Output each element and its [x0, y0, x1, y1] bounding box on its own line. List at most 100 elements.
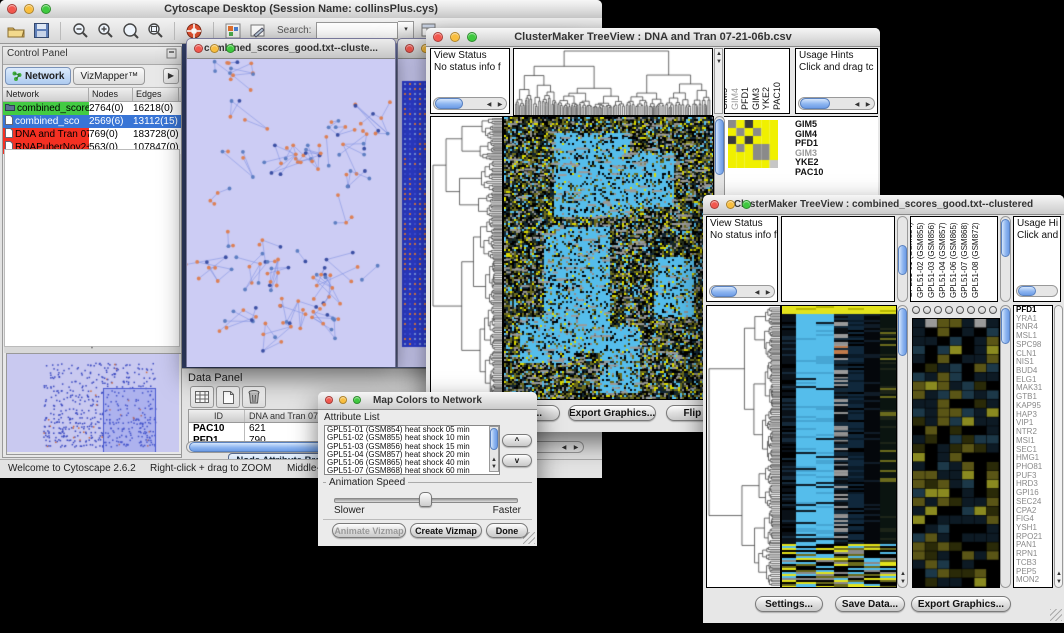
attribute-select-icon[interactable]: [190, 386, 214, 408]
close-button[interactable]: [325, 396, 333, 404]
tab-vizmapper[interactable]: VizMapper™: [73, 67, 145, 85]
zoom-gene-label[interactable]: PAC10: [795, 168, 855, 178]
network-overview-canvas[interactable]: [7, 354, 179, 452]
network-row[interactable]: DNA and Tran 07769(0)183728(0): [3, 128, 181, 141]
row-dendrogram-canvas[interactable]: [706, 305, 781, 588]
view-status-hscrollbar[interactable]: ◀ ▶: [709, 285, 775, 298]
treeview1-titlebar[interactable]: ClusterMaker TreeView : DNA and Tran 07-…: [426, 28, 880, 47]
zoom-heatmap-canvas[interactable]: [912, 318, 1000, 588]
column-label[interactable]: GPL51-06 (GSM865): [948, 222, 959, 298]
dialog-titlebar[interactable]: Map Colors to Network: [318, 392, 537, 410]
done-button[interactable]: Done: [486, 523, 528, 538]
column-label[interactable]: GPL51-03 (GSM856): [926, 222, 937, 298]
scroll-down-icon[interactable]: ▼: [489, 464, 499, 470]
network-table-header-cell[interactable]: Edges: [133, 88, 179, 101]
column-toggle[interactable]: [989, 306, 997, 314]
tab-network[interactable]: Network: [5, 67, 71, 85]
scroll-left-icon[interactable]: ◀: [852, 102, 862, 108]
scroll-down-icon[interactable]: ▼: [1054, 579, 1063, 585]
scroll-up-icon[interactable]: ▲: [489, 457, 499, 463]
close-button[interactable]: [433, 32, 443, 42]
column-label[interactable]: GPL51-08 (GSM872): [970, 222, 981, 298]
create-vizmap-button[interactable]: Create Vizmap: [410, 523, 482, 538]
column-label[interactable]: GIM4: [730, 88, 741, 110]
scroll-left-icon[interactable]: ◀: [559, 445, 569, 451]
treeview2-titlebar[interactable]: ClusterMaker TreeView : combined_scores_…: [703, 195, 1064, 215]
scroll-right-icon[interactable]: ▶: [763, 290, 773, 296]
usage-hints-hscrollbar[interactable]: ◀ ▶: [798, 97, 875, 110]
dendrogram-scroll-strip[interactable]: ▲ ▼: [714, 48, 723, 114]
zoom-in-icon[interactable]: [95, 21, 115, 41]
column-toggle[interactable]: [967, 306, 975, 314]
zoom-selected-icon[interactable]: [145, 21, 165, 41]
resize-grip[interactable]: [1050, 609, 1062, 621]
column-vscrollbar[interactable]: [897, 216, 908, 302]
minimize-button[interactable]: [24, 4, 34, 14]
delete-attribute-icon[interactable]: [242, 386, 266, 408]
minimize-button[interactable]: [339, 396, 347, 404]
heatmap-vscrollbar[interactable]: ▲ ▼: [897, 305, 908, 588]
scroll-up-icon[interactable]: ▲: [1054, 571, 1063, 577]
treeview2-button-2[interactable]: Save Data...: [835, 596, 905, 612]
scroll-right-icon[interactable]: ▶: [571, 445, 581, 451]
row-dendrogram-canvas[interactable]: [430, 116, 503, 400]
search-input[interactable]: [316, 22, 398, 39]
column-dendrogram-panel[interactable]: [781, 216, 895, 302]
move-down-button[interactable]: v: [502, 454, 532, 467]
minimize-button[interactable]: [726, 200, 735, 209]
close-button[interactable]: [7, 4, 17, 14]
scroll-up-icon[interactable]: ▲: [898, 571, 908, 577]
close-button[interactable]: [710, 200, 719, 209]
tabs-overflow-icon[interactable]: ▶: [163, 68, 179, 84]
cytoscape-titlebar[interactable]: Cytoscape Desktop (Session Name: collins…: [0, 0, 602, 19]
zoom-button[interactable]: [353, 396, 361, 404]
scroll-left-icon[interactable]: ◀: [752, 290, 762, 296]
scroll-right-icon[interactable]: ▶: [863, 102, 873, 108]
new-attribute-icon[interactable]: [216, 386, 240, 408]
column-dendrogram-canvas[interactable]: [513, 48, 713, 116]
heatmap-canvas[interactable]: [503, 116, 714, 400]
treeview1-button-2[interactable]: Export Graphics...: [568, 405, 656, 421]
usage-hints-hscrollbar[interactable]: [1016, 285, 1058, 297]
network-view-titlebar[interactable]: combined_scores_good.txt--cluste...: [187, 39, 395, 59]
column-label[interactable]: GPL51-02 (GSM855): [915, 222, 926, 298]
column-label[interactable]: PFD1: [740, 87, 751, 110]
network-row[interactable]: combined_sco2569(6)13112(15): [3, 115, 181, 128]
scroll-right-icon[interactable]: ▶: [495, 102, 505, 108]
view-status-hscrollbar[interactable]: ◀ ▶: [433, 97, 507, 110]
zoom-out-icon[interactable]: [70, 21, 90, 41]
zoom-button[interactable]: [467, 32, 477, 42]
column-label[interactable]: YKE2: [761, 87, 772, 110]
animation-speed-slider-thumb[interactable]: [419, 492, 432, 507]
close-button[interactable]: [194, 44, 203, 53]
open-session-icon[interactable]: [6, 21, 26, 41]
column-toggle[interactable]: [912, 306, 920, 314]
scroll-down-icon[interactable]: ▼: [898, 579, 908, 585]
network-view-canvas[interactable]: [187, 59, 395, 367]
column-toggle[interactable]: [956, 306, 964, 314]
column-toggle[interactable]: [923, 306, 931, 314]
column-toggle[interactable]: [945, 306, 953, 314]
column-toggle[interactable]: [978, 306, 986, 314]
network-row[interactable]: combined_scores2764(0)16218(0): [3, 102, 181, 115]
save-session-icon[interactable]: [31, 21, 51, 41]
column-labels-vscrollbar[interactable]: [1000, 216, 1011, 302]
zoom-button[interactable]: [41, 4, 51, 14]
column-toggle[interactable]: [934, 306, 942, 314]
attribute-item[interactable]: GPL51-07 (GSM868) heat shock 60 min: [325, 467, 499, 475]
scroll-down-icon[interactable]: ▼: [714, 59, 724, 65]
treeview2-button-1[interactable]: Settings...: [755, 596, 823, 612]
minimize-button[interactable]: [210, 44, 219, 53]
treeview2-button-3[interactable]: Export Graphics...: [911, 596, 1011, 612]
gene-list-vscrollbar[interactable]: ▲ ▼: [1054, 305, 1063, 588]
minimize-button[interactable]: [450, 32, 460, 42]
move-up-button[interactable]: ^: [502, 434, 532, 447]
zoom-button[interactable]: [742, 200, 751, 209]
gene-label[interactable]: MON2: [1014, 576, 1052, 585]
scroll-left-icon[interactable]: ◀: [484, 102, 494, 108]
column-label[interactable]: PAC10: [772, 82, 783, 110]
close-button[interactable]: [405, 44, 414, 53]
scroll-up-icon[interactable]: ▲: [714, 51, 724, 57]
correlation-matrix-canvas[interactable]: [728, 120, 778, 168]
attribute-list-vscrollbar[interactable]: ▲ ▼: [489, 426, 499, 472]
